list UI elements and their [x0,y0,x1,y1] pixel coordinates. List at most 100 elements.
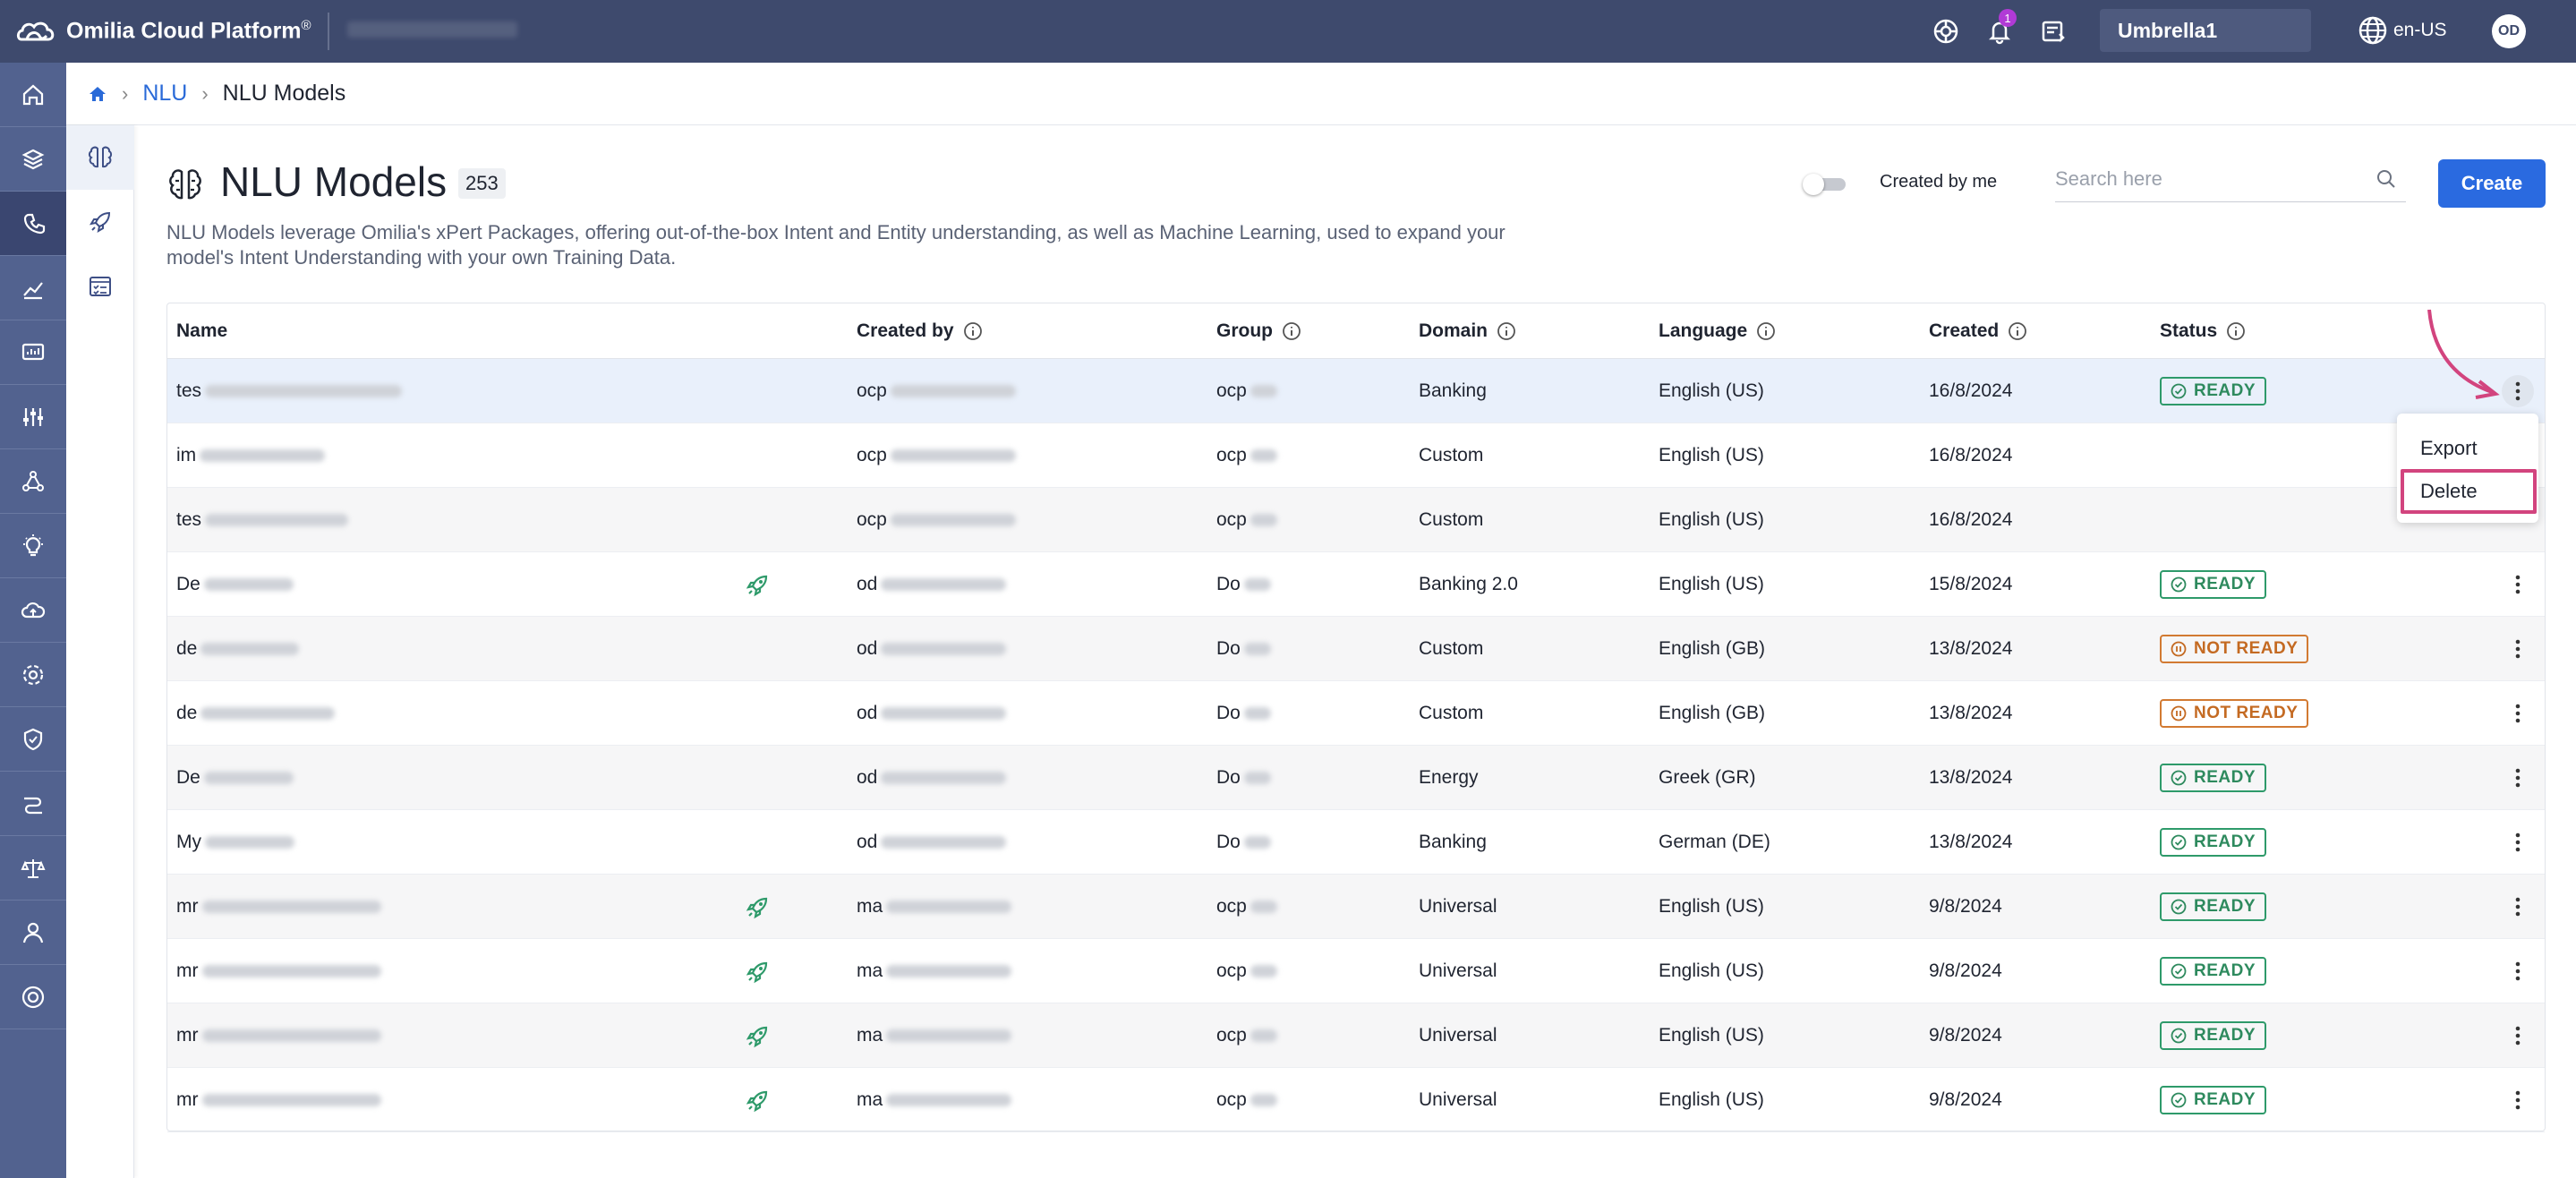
table-row[interactable]: mr ma ocp Universal English (US) 9/8/2024 READ… [167,939,2545,1003]
cell-name[interactable]: tes [176,488,349,552]
cell-name[interactable]: mr [176,1003,381,1068]
table-row[interactable]: mr ma ocp Universal English (US) 9/8/2024 READ… [167,1068,2545,1132]
row-actions-button[interactable] [2502,955,2534,987]
nav-support[interactable] [0,965,66,1029]
row-actions-button[interactable] [2502,826,2534,858]
table-row[interactable]: de od Do Custom English (GB) 13/8/2024 NOT REA… [167,617,2545,681]
nav-cloud[interactable] [0,578,66,643]
table-row[interactable]: De od Do Energy Greek (GR) 13/8/2024 READY [167,746,2545,810]
create-button[interactable]: Create [2438,159,2546,208]
column-header-group[interactable]: Group [1216,303,1301,359]
cell-name[interactable]: mr [176,875,381,939]
cell-name[interactable]: My [176,810,294,875]
row-actions-button[interactable] [2502,697,2534,730]
nav-routing[interactable] [0,772,66,836]
info-icon[interactable] [2008,321,2027,341]
cell-group: Do [1216,552,1271,617]
cell-name[interactable]: de [176,681,336,746]
row-actions-button[interactable] [2502,1020,2534,1052]
subnav-nlu-models[interactable] [66,125,134,190]
info-icon[interactable] [1282,321,1301,341]
nav-layers[interactable] [0,127,66,192]
avatar[interactable]: OD [2492,14,2526,48]
nav-home[interactable] [0,63,66,127]
brain-icon [88,146,113,168]
menu-item-export[interactable]: Export [2397,426,2538,471]
table-row[interactable]: de od Do Custom English (GB) 13/8/2024 NOT REA… [167,681,2545,746]
cell-status: READY [2160,875,2267,939]
cell-domain: Banking [1419,832,1487,852]
subnav-deployments[interactable] [66,190,134,254]
cell-name[interactable]: mr [176,1068,381,1132]
table-row[interactable]: My od Do Banking German (DE) 13/8/2024 READY [167,810,2545,875]
table-row[interactable]: im ocp ocp Custom English (US) 16/8/2024 [167,423,2545,488]
cell-created: 13/8/2024 [1929,767,2013,788]
table-row[interactable]: mr ma ocp Universal English (US) 9/8/2024 READ… [167,1003,2545,1068]
redacted-text [201,965,381,977]
table-row[interactable]: tes ocp ocp Custom English (US) 16/8/2024 [167,488,2545,552]
cell-language: English (GB) [1659,703,1766,723]
subnav-tests[interactable] [66,254,134,319]
info-icon[interactable] [1756,321,1776,341]
row-actions-button[interactable] [2502,375,2534,407]
nav-settings-sliders[interactable] [0,385,66,449]
row-actions-button[interactable] [2502,762,2534,794]
row-actions-button[interactable] [2502,568,2534,601]
info-icon[interactable] [1497,321,1516,341]
info-icon[interactable] [963,321,983,341]
cell-created-by: ocp [857,359,1016,423]
help-wheel-button[interactable] [1929,14,1963,48]
nav-network[interactable] [0,449,66,514]
cell-status: NOT READY [2160,617,2309,681]
more-vertical-icon [2515,1026,2521,1046]
cell-name[interactable]: im [176,423,326,488]
redacted-text [886,965,1012,977]
release-notes-button[interactable] [2036,14,2070,48]
table-row[interactable]: tes ocp ocp Banking English (US) 16/8/2024 REA… [167,359,2545,423]
table-row[interactable]: mr ma ocp Universal English (US) 9/8/2024 READ… [167,875,2545,939]
nav-ideas[interactable] [0,514,66,578]
row-actions-button[interactable] [2502,891,2534,923]
column-header-domain[interactable]: Domain [1419,303,1516,359]
pause-circle-icon [2171,705,2187,721]
cell-language: English (US) [1659,509,1764,530]
cell-name[interactable]: De [176,746,294,810]
nav-users[interactable] [0,901,66,965]
menu-item-delete[interactable]: Delete [2401,469,2537,514]
nav-monitor[interactable] [0,320,66,385]
nav-conversational[interactable] [0,192,66,256]
redacted-text [890,514,1016,526]
column-header-created-by[interactable]: Created by [857,303,983,359]
search-icon[interactable] [2376,168,2397,190]
nav-security[interactable] [0,707,66,772]
top-bar: Omilia Cloud Platform® 1 Umbrella1 en-US… [0,0,2576,63]
row-actions-button[interactable] [2502,633,2534,665]
info-icon[interactable] [2226,321,2246,341]
nav-compliance[interactable] [0,836,66,901]
cell-name[interactable]: tes [176,359,403,423]
column-header-created[interactable]: Created [1929,303,2027,359]
organization-select[interactable]: Umbrella1 [2100,9,2311,52]
brand[interactable]: Omilia Cloud Platform® [16,0,311,63]
rocket-icon [746,1090,768,1113]
search-input[interactable] [2055,161,2359,197]
notifications-button[interactable]: 1 [1983,9,2017,48]
cell-group: ocp [1216,1003,1277,1068]
home-icon[interactable] [88,84,107,104]
cell-group: Do [1216,681,1271,746]
cell-domain: Custom [1419,638,1484,659]
table-row[interactable]: De od Do Banking 2.0 English (US) 15/8/2024 RE… [167,552,2545,617]
column-header-language[interactable]: Language [1659,303,1776,359]
breadcrumb-nlu-link[interactable]: NLU [142,81,187,107]
column-header-name[interactable]: Name [176,303,227,359]
column-header-status[interactable]: Status [2160,303,2246,359]
cell-name[interactable]: De [176,552,294,617]
row-actions-button[interactable] [2502,1084,2534,1116]
cell-name[interactable]: mr [176,939,381,1003]
created-by-me-toggle[interactable] [1803,172,1846,195]
nav-configuration[interactable] [0,643,66,707]
nav-analytics[interactable] [0,256,66,320]
cell-name[interactable]: de [176,617,300,681]
cell-status: READY [2160,939,2267,1003]
language-select[interactable]: en-US [2358,13,2447,48]
